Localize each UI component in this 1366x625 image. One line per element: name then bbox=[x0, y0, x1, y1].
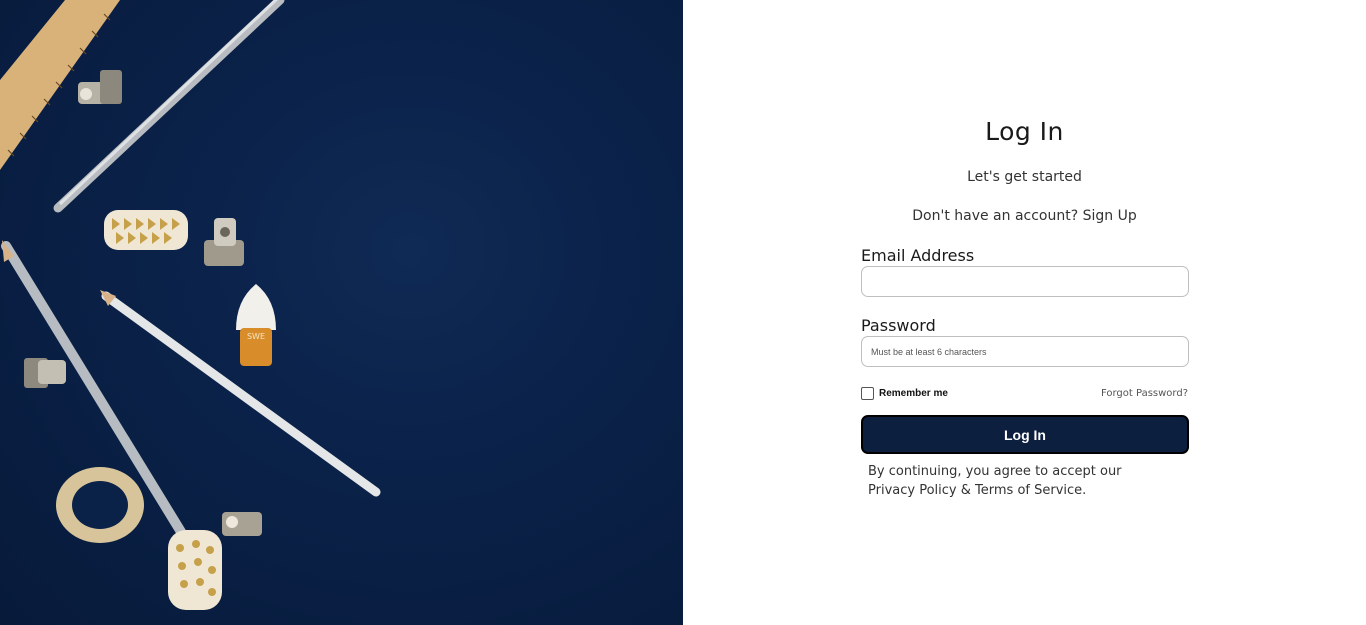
binder-clip-icon bbox=[204, 218, 244, 266]
binder-clip-icon bbox=[222, 512, 262, 536]
login-button[interactable]: Log In bbox=[861, 415, 1189, 454]
remember-me-label: Remember me bbox=[879, 388, 948, 399]
hero-image: SWE bbox=[0, 0, 683, 625]
svg-text:SWE: SWE bbox=[247, 332, 265, 341]
subtitle: Let's get started bbox=[967, 169, 1082, 185]
stationery-flatlay-image: SWE bbox=[0, 0, 381, 610]
legal-notice: By continuing, you agree to accept our P… bbox=[868, 462, 1168, 500]
signup-prompt: Don't have an account? Sign Up bbox=[683, 208, 1366, 224]
forgot-password-link[interactable]: Forgot Password? bbox=[1101, 388, 1188, 399]
legal-prefix: By continuing, you agree to accept our bbox=[868, 464, 1122, 479]
terms-of-service-link[interactable]: Terms of Service bbox=[975, 483, 1082, 498]
privacy-policy-link[interactable]: Privacy Policy bbox=[868, 483, 957, 498]
ice-cream-eraser-icon: SWE bbox=[236, 284, 276, 366]
legal-amp: & bbox=[960, 483, 971, 498]
washi-tape-icon bbox=[104, 210, 188, 250]
login-panel: Log In Let's get started Don't have an a… bbox=[683, 0, 1366, 625]
email-field[interactable] bbox=[861, 266, 1189, 297]
password-label: Password bbox=[861, 316, 936, 335]
binder-clip-icon bbox=[24, 358, 66, 388]
page-title: Log In bbox=[985, 117, 1064, 146]
password-field[interactable] bbox=[861, 336, 1189, 367]
email-label: Email Address bbox=[861, 246, 975, 265]
washi-tape-icon bbox=[56, 467, 144, 543]
legal-period: . bbox=[1082, 483, 1087, 498]
remember-me: Remember me bbox=[861, 387, 948, 400]
signup-link[interactable]: Sign Up bbox=[1083, 208, 1137, 224]
binder-clip-icon bbox=[78, 70, 122, 104]
washi-tape-icon bbox=[168, 530, 222, 610]
remember-me-checkbox[interactable] bbox=[861, 387, 874, 400]
no-account-text: Don't have an account? bbox=[912, 208, 1079, 224]
